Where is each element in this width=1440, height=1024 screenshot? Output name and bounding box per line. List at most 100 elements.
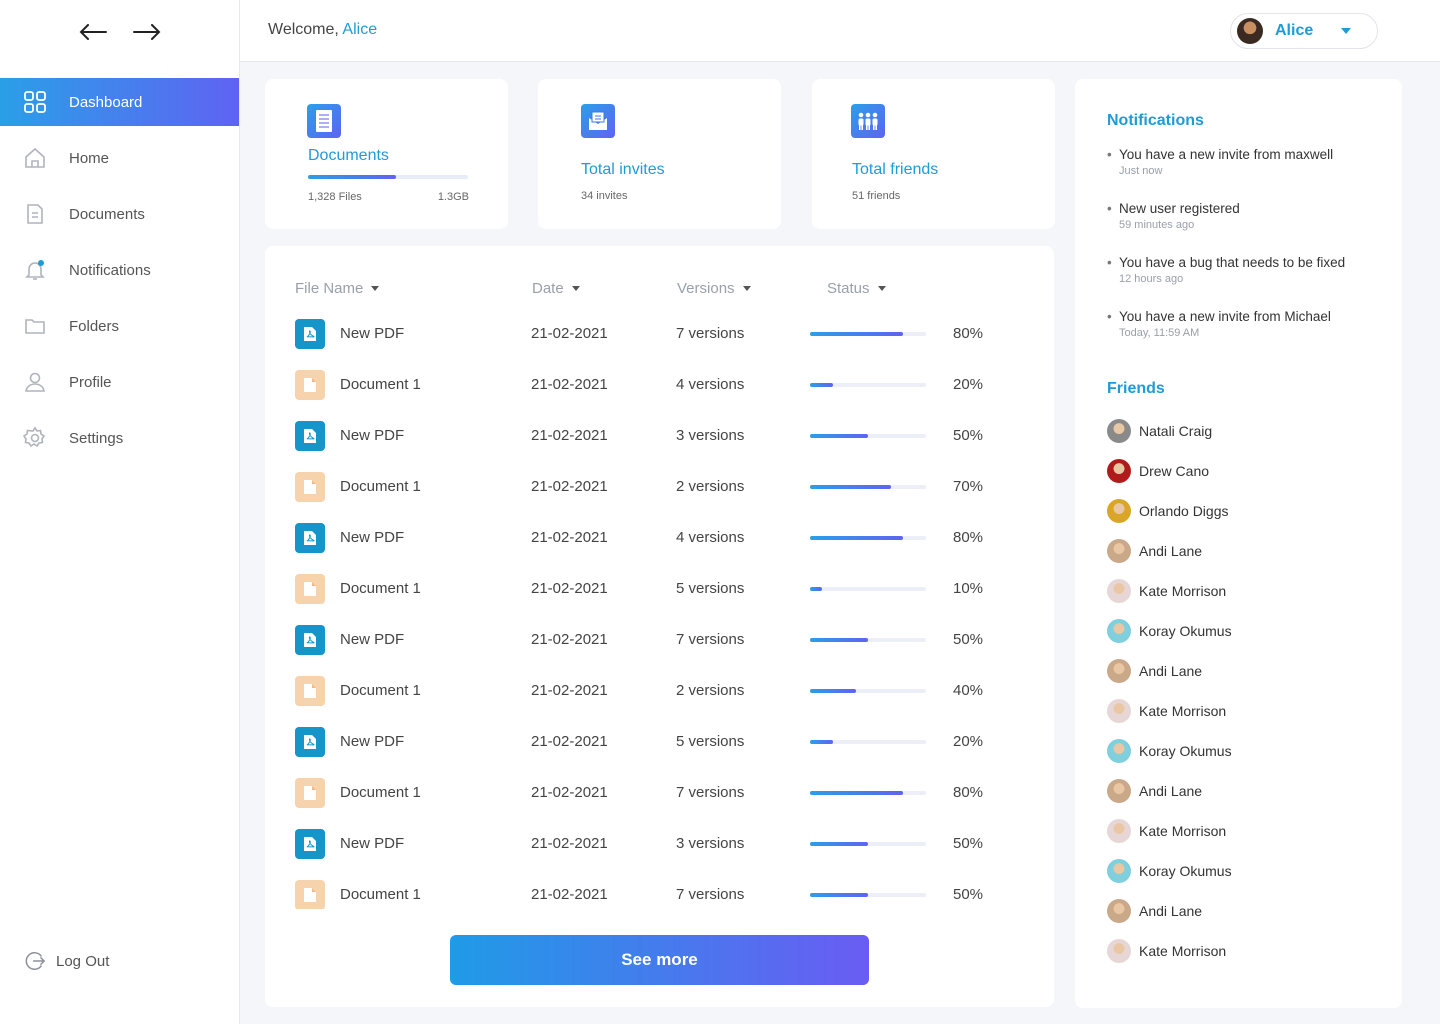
- file-versions: 2 versions: [676, 478, 745, 495]
- friend-item[interactable]: Orlando Diggs: [1107, 499, 1229, 523]
- friends-stat-title: Total friends: [852, 161, 939, 178]
- user-menu-dropdown[interactable]: Alice: [1230, 13, 1378, 49]
- back-arrow-icon[interactable]: [78, 18, 108, 46]
- settings-icon: [22, 425, 48, 451]
- notification-item[interactable]: New user registered 59 minutes ago: [1107, 201, 1397, 231]
- table-row[interactable]: Document 1 21-02-2021 7 versions 50%: [295, 870, 1035, 909]
- friend-item[interactable]: Andi Lane: [1107, 659, 1202, 683]
- group-icon: [851, 104, 885, 138]
- top-bar: Welcome, Alice Alice: [240, 0, 1440, 62]
- friend-item[interactable]: Kate Morrison: [1107, 579, 1226, 603]
- history-nav: [78, 18, 162, 46]
- file-name[interactable]: Document 1: [340, 478, 421, 495]
- file-name[interactable]: New PDF: [340, 427, 404, 444]
- status-percent: 20%: [953, 376, 984, 393]
- file-name[interactable]: New PDF: [340, 733, 404, 750]
- avatar: [1107, 419, 1131, 443]
- table-row[interactable]: Document 1 21-02-2021 5 versions 10%: [295, 564, 1035, 615]
- file-date: 21-02-2021: [531, 784, 608, 801]
- table-row[interactable]: New PDF 21-02-2021 5 versions 20%: [295, 717, 1035, 768]
- table-row[interactable]: Document 1 21-02-2021 7 versions 80%: [295, 768, 1035, 819]
- avatar: [1107, 699, 1131, 723]
- notification-item[interactable]: You have a new invite from maxwell Just n…: [1107, 147, 1397, 177]
- notification-item[interactable]: You have a new invite from Michael Today,…: [1107, 309, 1397, 339]
- friend-name: Kate Morrison: [1139, 703, 1227, 719]
- bell-icon: [22, 257, 48, 283]
- notification-time: Just now: [1119, 165, 1163, 177]
- friend-item[interactable]: Kate Morrison: [1107, 939, 1226, 963]
- friend-item[interactable]: Koray Okumus: [1107, 859, 1232, 883]
- sidebar-item-dashboard[interactable]: Dashboard: [0, 78, 239, 126]
- table-row[interactable]: Document 1 21-02-2021 2 versions 70%: [295, 462, 1035, 513]
- sidebar-item-label: Documents: [69, 205, 145, 223]
- file-name[interactable]: Document 1: [340, 784, 421, 801]
- file-name[interactable]: Document 1: [340, 886, 421, 903]
- friend-item[interactable]: Koray Okumus: [1107, 619, 1232, 643]
- table-row[interactable]: New PDF 21-02-2021 7 versions 50%: [295, 615, 1035, 666]
- sidebar-item-home[interactable]: Home: [0, 134, 239, 182]
- documents-stat-card[interactable]: Documents 1,328 Files 1.3GB: [265, 79, 508, 229]
- avatar: [1107, 859, 1131, 883]
- table-row[interactable]: Document 1 21-02-2021 2 versions 40%: [295, 666, 1035, 717]
- sidebar-item-label: Folders: [69, 317, 120, 335]
- dashboard-icon: [22, 89, 48, 115]
- storage-progress-fill: [308, 175, 396, 179]
- file-name[interactable]: Document 1: [340, 376, 421, 393]
- forward-arrow-icon[interactable]: [132, 18, 162, 46]
- document-file-icon: [295, 370, 325, 400]
- status-progress-fill: [810, 638, 868, 642]
- friend-item[interactable]: Andi Lane: [1107, 899, 1202, 923]
- file-date: 21-02-2021: [531, 529, 608, 546]
- status-percent: 70%: [953, 478, 984, 495]
- file-name[interactable]: Document 1: [340, 580, 421, 597]
- documents-storage-size: 1.3GB: [437, 191, 469, 203]
- notification-item[interactable]: You have a bug that needs to be fixed 12 …: [1107, 255, 1397, 285]
- status-percent: 80%: [953, 784, 984, 801]
- sidebar-item-folders[interactable]: Folders: [0, 302, 239, 350]
- sidebar-item-documents[interactable]: Documents: [0, 190, 239, 238]
- column-header-file-name[interactable]: File Name: [295, 280, 380, 297]
- file-versions: 3 versions: [676, 835, 745, 852]
- welcome-user-name: Alice: [342, 21, 378, 38]
- friend-item[interactable]: Drew Cano: [1107, 459, 1209, 483]
- friend-item[interactable]: Kate Morrison: [1107, 819, 1226, 843]
- friends-stat-card[interactable]: Total friends 51 friends: [812, 79, 1055, 229]
- status-progress-fill: [810, 689, 857, 693]
- status-percent: 50%: [953, 835, 984, 852]
- friend-name: Natali Craig: [1139, 423, 1213, 439]
- sidebar-item-notifications[interactable]: Notifications: [0, 246, 239, 294]
- status-percent: 20%: [953, 733, 984, 750]
- profile-icon: [22, 369, 48, 395]
- friend-name: Andi Lane: [1139, 543, 1203, 559]
- file-name[interactable]: New PDF: [340, 325, 404, 342]
- table-row[interactable]: New PDF 21-02-2021 4 versions 80%: [295, 513, 1035, 564]
- table-row[interactable]: Document 1 21-02-2021 4 versions 20%: [295, 360, 1035, 411]
- table-row[interactable]: New PDF 21-02-2021 3 versions 50%: [295, 819, 1035, 870]
- friend-item[interactable]: Koray Okumus: [1107, 739, 1232, 763]
- column-header-label: Versions: [677, 280, 735, 297]
- document-file-icon: [295, 472, 325, 502]
- column-header-versions[interactable]: Versions: [677, 280, 751, 297]
- notifications-title: Notifications: [1107, 112, 1204, 129]
- friend-item[interactable]: Andi Lane: [1107, 779, 1202, 803]
- invites-stat-title: Total invites: [581, 161, 665, 178]
- file-name[interactable]: New PDF: [340, 631, 404, 648]
- logout-button[interactable]: Log Out: [24, 950, 109, 972]
- status-progress-bar: [810, 485, 926, 489]
- sidebar-item-settings[interactable]: Settings: [0, 414, 239, 462]
- see-more-button[interactable]: See more: [450, 935, 869, 985]
- sidebar-item-profile[interactable]: Profile: [0, 358, 239, 406]
- friend-item[interactable]: Natali Craig: [1107, 419, 1212, 443]
- friend-item[interactable]: Kate Morrison: [1107, 699, 1226, 723]
- status-percent: 40%: [953, 682, 984, 699]
- table-row[interactable]: New PDF 21-02-2021 7 versions 80%: [295, 309, 1035, 360]
- avatar: [1107, 739, 1131, 763]
- friend-item[interactable]: Andi Lane: [1107, 539, 1202, 563]
- file-name[interactable]: New PDF: [340, 529, 404, 546]
- invites-stat-card[interactable]: Total invites 34 invites: [538, 79, 781, 229]
- table-row[interactable]: New PDF 21-02-2021 3 versions 50%: [295, 411, 1035, 462]
- file-name[interactable]: New PDF: [340, 835, 404, 852]
- column-header-status[interactable]: Status: [827, 280, 886, 297]
- file-name[interactable]: Document 1: [340, 682, 421, 699]
- column-header-date[interactable]: Date: [532, 280, 580, 297]
